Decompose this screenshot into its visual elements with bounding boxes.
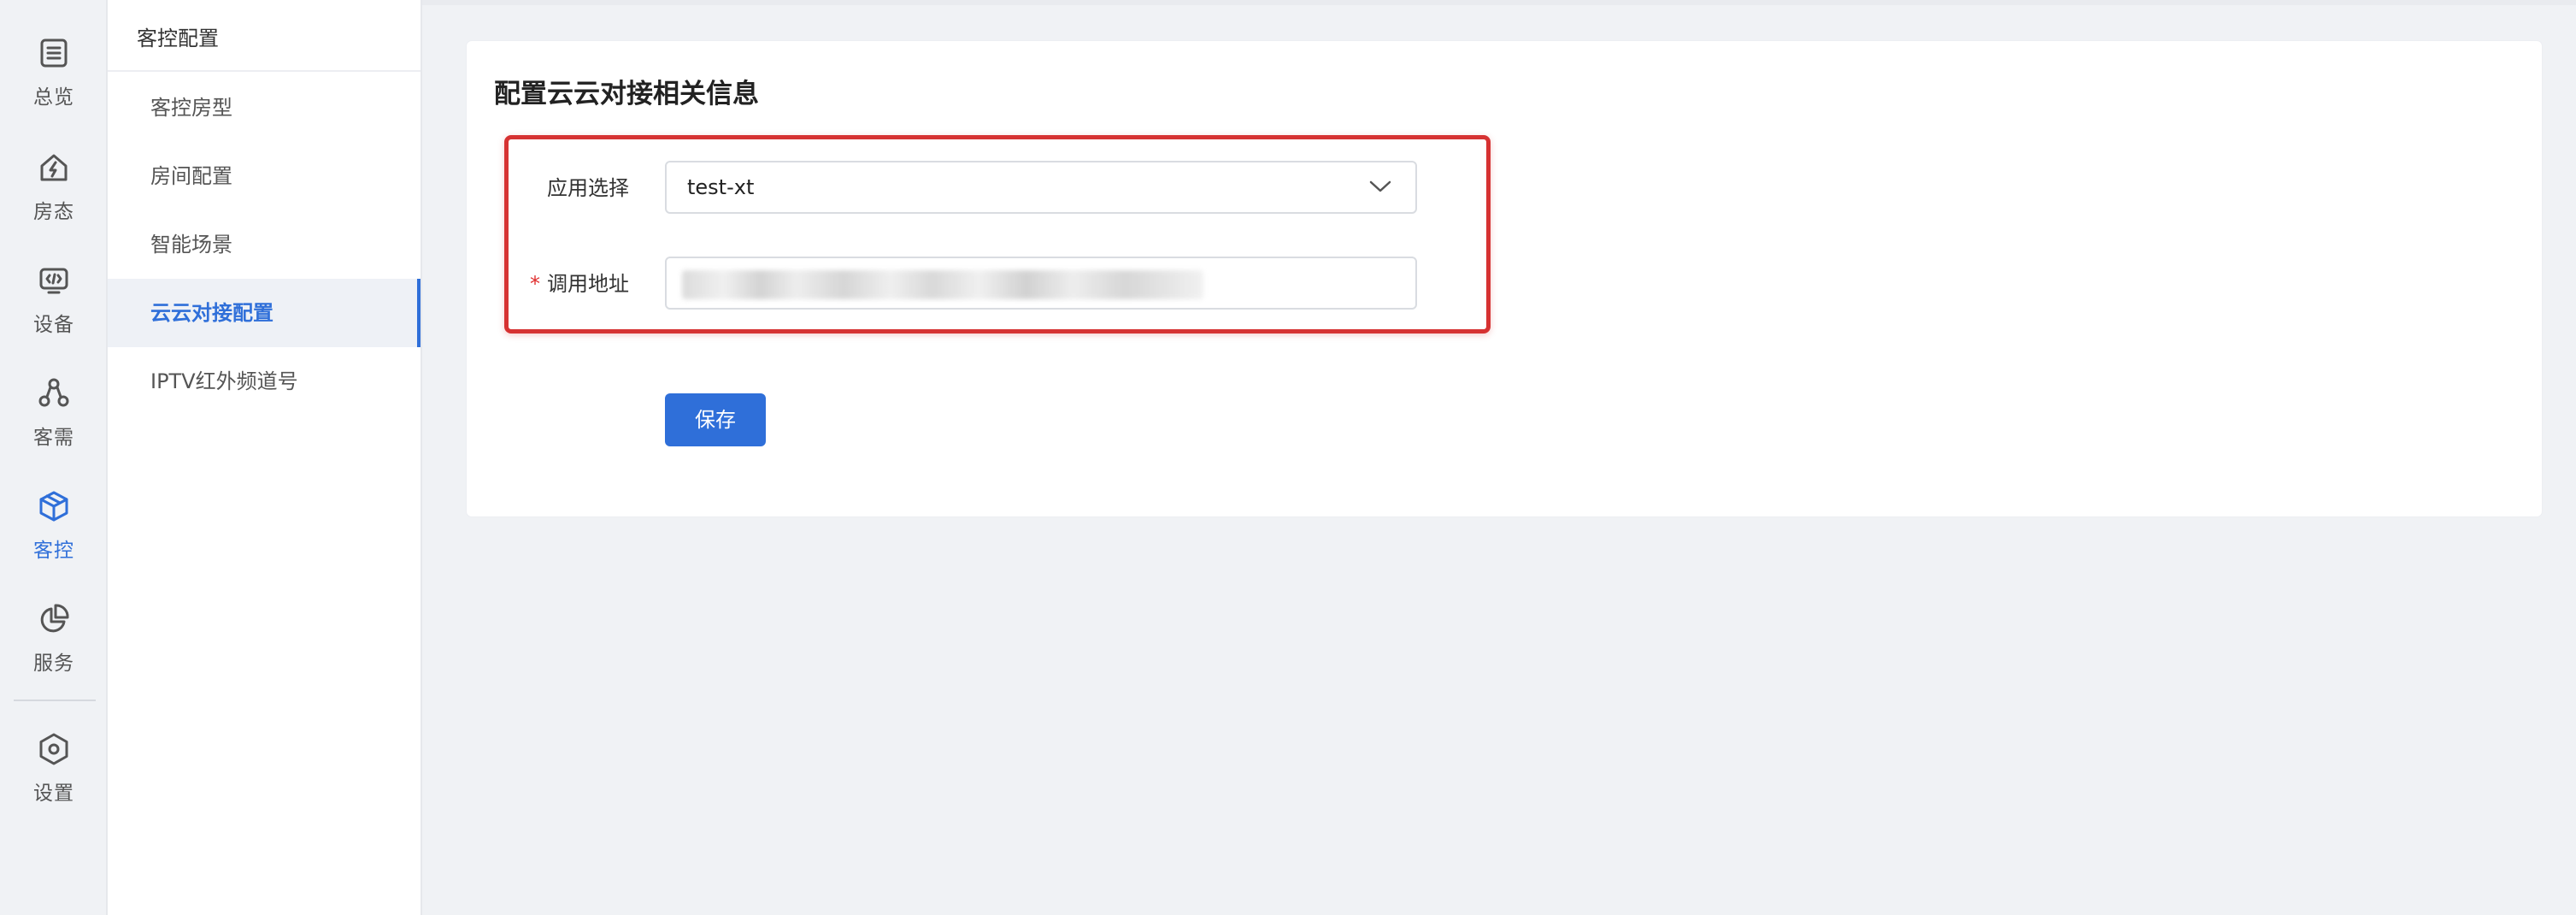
device-icon: [39, 268, 68, 294]
page-title: 配置云云对接相关信息: [494, 79, 759, 109]
annotation-highlight-box: [504, 135, 1491, 334]
rail-label: 客需: [33, 427, 74, 449]
rail-item-overview[interactable]: 总览: [0, 36, 108, 132]
rail-label: 设备: [33, 314, 74, 336]
rail-item-device[interactable]: 设备: [0, 263, 108, 359]
rail-label: 服务: [33, 652, 74, 675]
submenu-item-iptv-ir-channel[interactable]: IPTV红外频道号: [108, 347, 421, 416]
save-button[interactable]: 保存: [665, 393, 766, 446]
rail-item-guest-needs[interactable]: 客需: [0, 376, 108, 472]
service-icon: [40, 604, 69, 633]
submenu-item-room-config[interactable]: 房间配置: [108, 142, 421, 210]
rail-label: 设置: [33, 782, 74, 805]
top-hairline: [422, 0, 2576, 5]
settings-icon: [39, 733, 68, 765]
submenu-item-room-type[interactable]: 客控房型: [108, 74, 421, 142]
rail-label: 房态: [33, 201, 74, 223]
submenu-title: 客控配置: [108, 0, 421, 72]
rail-item-settings[interactable]: 设置: [0, 732, 108, 828]
submenu-item-cloud-integration[interactable]: 云云对接配置: [108, 279, 421, 347]
guest-control-icon: [39, 491, 68, 522]
rail-item-service[interactable]: 服务: [0, 602, 108, 698]
rail-divider: [14, 700, 96, 701]
room-status-icon: [40, 154, 68, 181]
overview-icon: [40, 38, 68, 68]
rail-label: 总览: [33, 86, 74, 109]
secondary-menu: 客控配置 客控房型 房间配置 智能场景 云云对接配置 IPTV红外频道号: [108, 0, 422, 915]
icon-rail: 总览 房态 设备 客需 客控 服务 设置: [0, 0, 108, 915]
rail-item-room-status[interactable]: 房态: [0, 151, 108, 246]
rail-label: 客控: [33, 540, 74, 562]
guest-needs-icon: [38, 378, 69, 407]
submenu-item-smart-scene[interactable]: 智能场景: [108, 210, 421, 279]
rail-item-guest-control[interactable]: 客控: [0, 489, 108, 585]
